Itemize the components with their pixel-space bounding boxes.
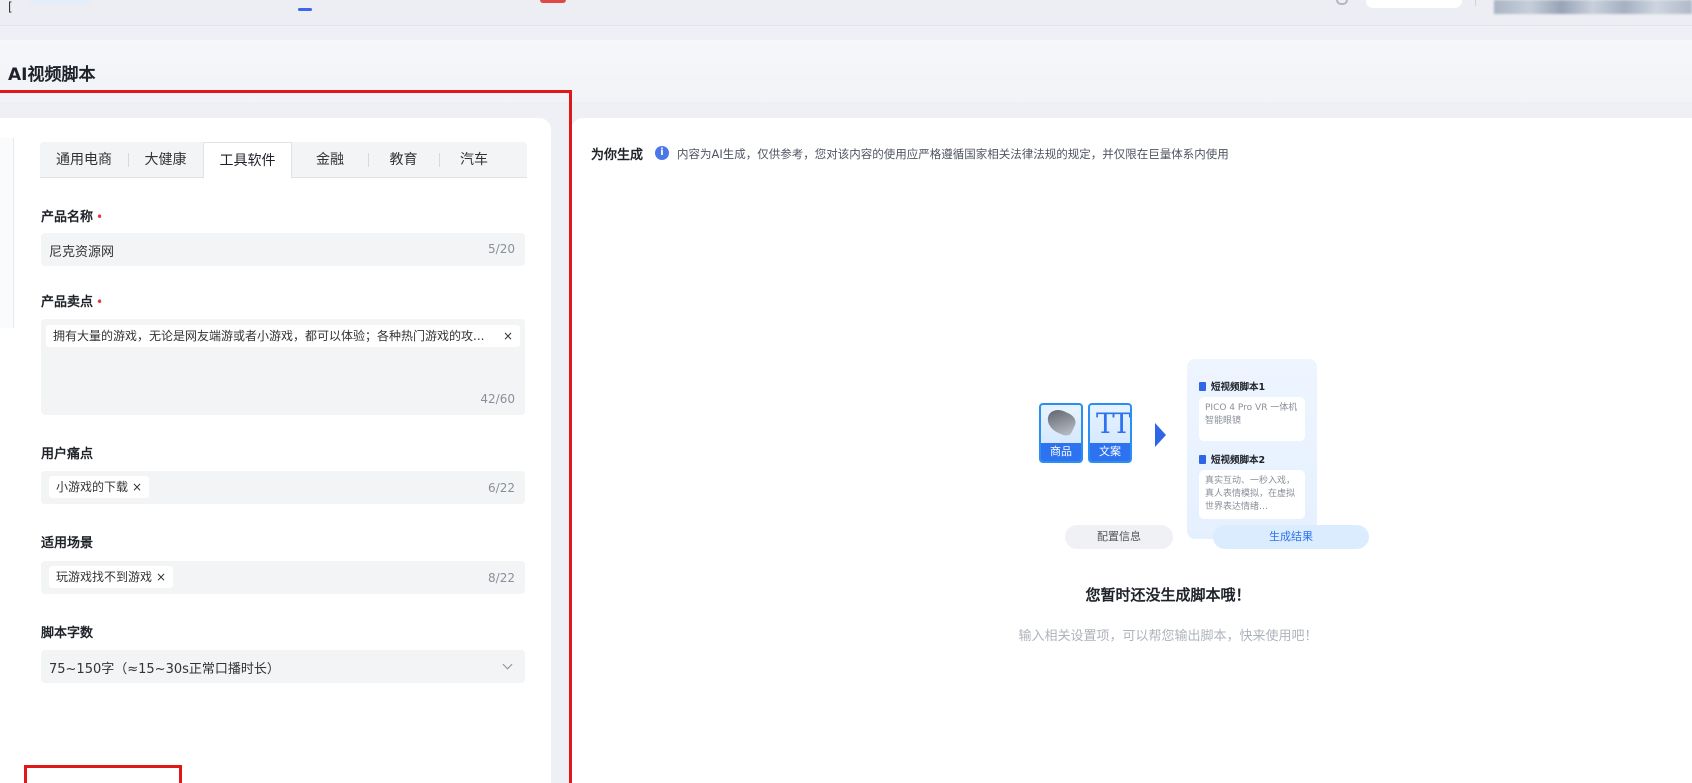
active-nav-indicator bbox=[298, 8, 312, 11]
selling-point-tag-text: 拥有大量的游戏，无论是网友端游或者小游戏，都可以体验；各种热门游戏的攻... bbox=[53, 329, 485, 343]
scenarios-counter: 8/22 bbox=[488, 571, 515, 585]
page-title: AI视频脚本 bbox=[8, 65, 96, 85]
config-info-pill: 配置信息 bbox=[1065, 525, 1173, 549]
industry-tabs: 通用电商 大健康 工具软件 金融 教育 汽车 bbox=[40, 141, 527, 179]
tab-finance[interactable]: 金融 bbox=[292, 142, 368, 178]
tab-automobile[interactable]: 汽车 bbox=[439, 142, 509, 178]
pain-point-tag-text: 小游戏的下载 bbox=[56, 480, 129, 494]
tab-health[interactable]: 大健康 bbox=[128, 142, 203, 178]
result-preview-column: 短视频脚本1 PICO 4 Pro VR 一体机智能眼镜 短视频脚本2 真实互动… bbox=[1187, 359, 1317, 539]
scenarios-input[interactable]: 玩游戏找不到游戏 × 8/22 bbox=[41, 561, 525, 594]
logo-icon[interactable]: [ bbox=[8, 0, 13, 14]
tab-ecommerce[interactable]: 通用电商 bbox=[40, 142, 128, 178]
empty-state-description: 输入相关设置项，可以帮您输出脚本，快来使用吧！ bbox=[1018, 629, 1318, 644]
scenarios-label: 适用场景 bbox=[41, 536, 94, 551]
required-mark: • bbox=[96, 210, 104, 224]
word-count-value: 75~150字（≈15~30s正常口播时长） bbox=[49, 662, 280, 677]
copywriting-card-label: 文案 bbox=[1090, 443, 1130, 461]
empty-state-title: 您暂时还没生成脚本哦！ bbox=[1085, 586, 1251, 604]
script-1-heading: 短视频脚本1 bbox=[1199, 379, 1265, 393]
top-navigation-bar: [ bbox=[0, 0, 1692, 26]
scenario-tag: 玩游戏找不到游戏 × bbox=[49, 566, 174, 588]
script-2-heading: 短视频脚本2 bbox=[1199, 452, 1265, 466]
arrow-right-icon bbox=[1155, 423, 1166, 447]
selling-points-input[interactable]: 拥有大量的游戏，无论是网友端游或者小游戏，都可以体验；各种热门游戏的攻... ×… bbox=[41, 319, 525, 415]
close-icon[interactable]: × bbox=[156, 566, 166, 588]
tab-education[interactable]: 教育 bbox=[368, 142, 439, 178]
page-header: AI视频脚本 bbox=[0, 40, 1692, 102]
required-mark: • bbox=[96, 295, 104, 309]
collapsed-sidebar-edge bbox=[0, 138, 14, 328]
pain-points-counter: 6/22 bbox=[488, 481, 515, 495]
product-card-icon: 商品 bbox=[1039, 403, 1083, 463]
top-search-pill[interactable] bbox=[1366, 0, 1462, 8]
notification-badge[interactable] bbox=[540, 0, 566, 3]
top-nav-item[interactable] bbox=[30, 0, 90, 4]
copywriting-card-icon: TT 文案 bbox=[1088, 403, 1132, 463]
document-icon bbox=[1199, 381, 1206, 391]
result-title: 为你生成 bbox=[591, 148, 644, 163]
ai-disclaimer: 内容为AI生成，仅供参考，您对该内容的使用应严格遵循国家相关法律法规的规定，并仅… bbox=[677, 147, 1229, 161]
product-name-counter: 5/20 bbox=[488, 242, 515, 256]
script-settings-panel: 通用电商 大健康 工具软件 金融 教育 汽车 产品名称 • 尼克资源网 5/20 … bbox=[0, 118, 551, 783]
close-icon[interactable]: × bbox=[132, 476, 142, 498]
pain-point-tag: 小游戏的下载 × bbox=[49, 476, 150, 498]
help-icon[interactable] bbox=[1336, 0, 1348, 5]
pain-points-input[interactable]: 小游戏的下载 × 6/22 bbox=[41, 471, 525, 504]
selling-points-counter: 42/60 bbox=[480, 392, 515, 406]
product-card-label: 商品 bbox=[1041, 443, 1081, 461]
pain-points-label: 用户痛点 bbox=[41, 447, 94, 462]
shoe-icon bbox=[1043, 406, 1079, 438]
word-count-label: 脚本字数 bbox=[41, 626, 94, 641]
product-name-input[interactable]: 尼克资源网 5/20 bbox=[41, 233, 525, 266]
script-2-card: 真实互动、一秒入戏，真人表情模拟，在虚拟世界表达情绪… bbox=[1199, 470, 1305, 519]
tab-tool-software[interactable]: 工具软件 bbox=[203, 141, 292, 179]
product-name-value: 尼克资源网 bbox=[49, 245, 115, 260]
chevron-down-icon bbox=[502, 659, 513, 670]
product-name-label: 产品名称 • bbox=[41, 210, 104, 225]
text-icon: TT bbox=[1096, 407, 1130, 440]
divider bbox=[1475, 0, 1476, 6]
close-icon[interactable]: × bbox=[503, 325, 513, 347]
document-icon bbox=[1199, 454, 1206, 464]
info-icon: i bbox=[655, 146, 669, 160]
script-1-card: PICO 4 Pro VR 一体机智能眼镜 bbox=[1199, 397, 1305, 441]
user-account-blurred[interactable] bbox=[1494, 0, 1692, 14]
empty-state-illustration: 商品 TT 文案 短视频脚本1 PICO 4 Pro VR 一体机智能眼镜 短视… bbox=[1039, 359, 1369, 563]
selling-point-tag: 拥有大量的游戏，无论是网友端游或者小游戏，都可以体验；各种热门游戏的攻... × bbox=[46, 325, 520, 347]
word-count-select[interactable]: 75~150字（≈15~30s正常口播时长） bbox=[41, 650, 525, 683]
scenario-tag-text: 玩游戏找不到游戏 bbox=[56, 570, 153, 584]
result-pill: 生成结果 bbox=[1213, 525, 1369, 549]
selling-points-label: 产品卖点 • bbox=[41, 295, 104, 310]
generation-result-panel: 为你生成 i 内容为AI生成，仅供参考，您对该内容的使用应严格遵循国家相关法律法… bbox=[571, 118, 1692, 783]
